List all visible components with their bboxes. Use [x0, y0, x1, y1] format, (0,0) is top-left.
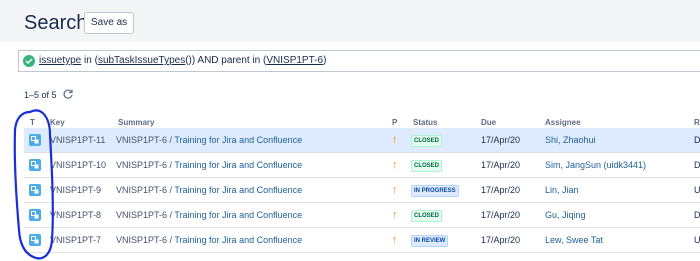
column-header-resolution[interactable]: R	[694, 118, 700, 127]
resolution: U	[694, 235, 700, 245]
subtask-icon	[29, 184, 41, 196]
column-header-due[interactable]: Due	[481, 118, 496, 127]
assignee-link[interactable]: Sim, JangSun (uidk3441)	[545, 153, 646, 177]
issue-key-link[interactable]: VNISP1PT-7	[50, 228, 101, 252]
status-badge: IN REVIEW	[411, 235, 449, 247]
resolution: D	[694, 135, 700, 145]
issue-summary: VNISP1PT-6 / Training for Jira and Confl…	[116, 203, 302, 227]
column-header-status[interactable]: Status	[413, 118, 437, 127]
page-header: Search Save as	[0, 0, 700, 42]
parent-link[interactable]: VNISP1PT-6 /	[116, 235, 172, 245]
issue-key-link[interactable]: VNISP1PT-10	[50, 153, 106, 177]
jql-query-text: issuetype in (subTaskIssueTypes()) AND p…	[39, 51, 326, 71]
table-row[interactable]: VNISP1PT-7 VNISP1PT-6 / Training for Jir…	[24, 228, 700, 253]
status-badge: CLOSED	[411, 160, 443, 172]
due-date: 17/Apr/20	[481, 135, 521, 145]
assignee-link[interactable]: Gu, Jiqing	[545, 203, 586, 227]
table-row[interactable]: VNISP1PT-10 VNISP1PT-6 / Training for Ji…	[24, 153, 700, 178]
priority-icon: ↑	[392, 134, 398, 146]
parent-link[interactable]: VNISP1PT-6 /	[116, 160, 172, 170]
jql-paren-close: )	[323, 55, 327, 66]
subtask-icon	[29, 234, 41, 246]
summary-link[interactable]: Training for Jira and Confluence	[174, 235, 302, 245]
refresh-icon[interactable]	[62, 88, 74, 100]
status-badge: IN PROGRESS	[411, 185, 459, 197]
assignee-link[interactable]: Shi, Zhaohui	[545, 128, 596, 152]
subtask-icon	[29, 134, 41, 146]
issue-summary: VNISP1PT-6 / Training for Jira and Confl…	[116, 153, 302, 177]
column-header-assignee[interactable]: Assignee	[545, 118, 581, 127]
assignee-link[interactable]: Lin, Jian	[545, 178, 579, 202]
parent-link[interactable]: VNISP1PT-6 /	[116, 210, 172, 220]
resolution: D	[694, 160, 700, 170]
summary-link[interactable]: Training for Jira and Confluence	[174, 185, 302, 195]
subtask-icon	[29, 209, 41, 221]
due-date: 17/Apr/20	[481, 235, 521, 245]
due-date: 17/Apr/20	[481, 210, 521, 220]
column-header-type[interactable]: T	[30, 118, 35, 127]
assignee-link[interactable]: Lew, Swee Tat	[545, 228, 603, 252]
results-count: 1–5 of 5	[24, 90, 57, 100]
summary-link[interactable]: Training for Jira and Confluence	[174, 210, 302, 220]
priority-icon: ↑	[392, 209, 398, 221]
parent-link[interactable]: VNISP1PT-6 /	[116, 135, 172, 145]
subtask-icon	[29, 159, 41, 171]
check-circle-icon	[23, 55, 35, 67]
jql-value: VNISP1PT-6	[266, 55, 324, 66]
jql-function: subTaskIssueTypes	[97, 55, 186, 66]
issue-summary: VNISP1PT-6 / Training for Jira and Confl…	[116, 228, 302, 252]
save-as-button[interactable]: Save as	[84, 12, 135, 34]
issue-key-link[interactable]: VNISP1PT-11	[50, 128, 105, 152]
resolution: D	[694, 210, 700, 220]
jql-query-input[interactable]: issuetype in (subTaskIssueTypes()) AND p…	[18, 50, 700, 72]
status-badge: CLOSED	[411, 135, 443, 147]
column-header-summary[interactable]: Summary	[118, 118, 154, 127]
issue-summary: VNISP1PT-6 / Training for Jira and Confl…	[116, 178, 302, 202]
column-header-priority[interactable]: P	[392, 118, 397, 127]
issue-key-link[interactable]: VNISP1PT-9	[50, 178, 101, 202]
summary-link[interactable]: Training for Jira and Confluence	[174, 160, 302, 170]
issue-key-link[interactable]: VNISP1PT-8	[50, 203, 101, 227]
priority-icon: ↑	[392, 184, 398, 196]
due-date: 17/Apr/20	[481, 160, 521, 170]
issue-summary: VNISP1PT-6 / Training for Jira and Confl…	[116, 128, 302, 152]
priority-icon: ↑	[392, 234, 398, 246]
due-date: 17/Apr/20	[481, 185, 521, 195]
summary-link[interactable]: Training for Jira and Confluence	[174, 135, 302, 145]
status-badge: CLOSED	[411, 210, 443, 222]
table-row[interactable]: VNISP1PT-9 VNISP1PT-6 / Training for Jir…	[24, 178, 700, 203]
parent-link[interactable]: VNISP1PT-6 /	[116, 185, 172, 195]
jql-operator: in	[81, 55, 95, 66]
jql-field: issuetype	[39, 55, 82, 66]
page-title: Search	[24, 12, 88, 34]
resolution: U	[694, 185, 700, 195]
column-header-key[interactable]: Key	[50, 118, 65, 127]
priority-icon: ↑	[392, 159, 398, 171]
table-row[interactable]: VNISP1PT-8 VNISP1PT-6 / Training for Jir…	[24, 203, 700, 228]
table-row[interactable]: VNISP1PT-11 VNISP1PT-6 / Training for Ji…	[24, 128, 700, 153]
jql-clause: ()) AND parent in	[185, 55, 264, 66]
